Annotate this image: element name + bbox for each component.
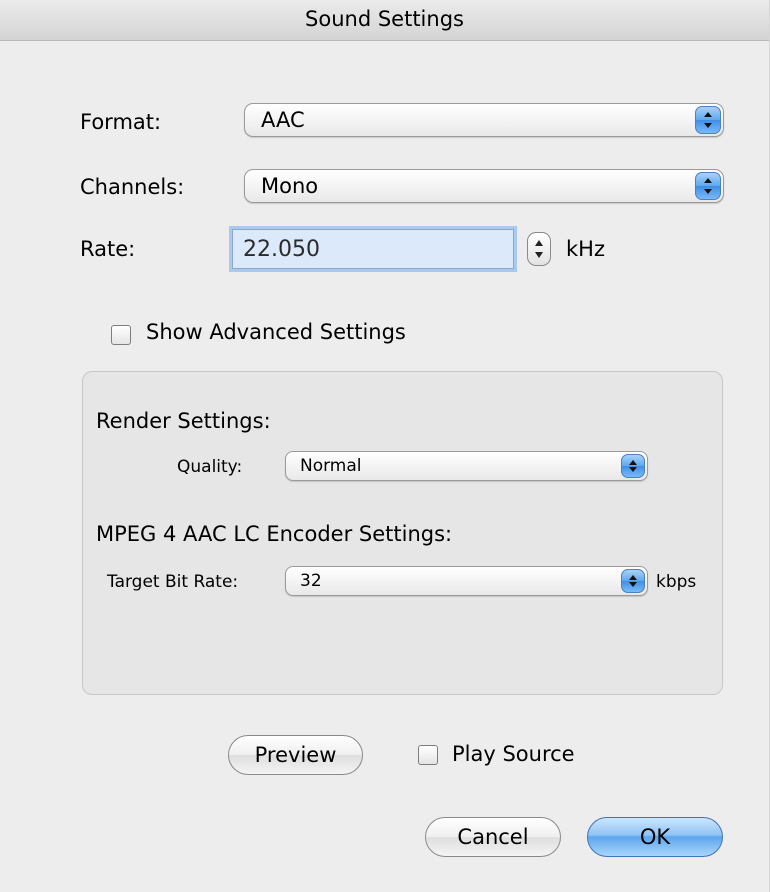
- sound-settings-window: Sound Settings Format: AAC Channels: Mon…: [0, 0, 770, 892]
- popup-arrows-icon: [695, 106, 721, 134]
- advanced-settings-group: Render Settings: Quality: Normal MPEG 4 …: [82, 371, 723, 695]
- bitrate-label: Target Bit Rate:: [107, 572, 239, 592]
- render-settings-heading: Render Settings:: [96, 409, 271, 433]
- popup-arrows-icon: [621, 454, 645, 478]
- rate-input[interactable]: [232, 229, 514, 269]
- quality-label: Quality:: [177, 457, 243, 477]
- ok-button[interactable]: OK: [587, 817, 723, 857]
- cancel-button[interactable]: Cancel: [425, 817, 561, 857]
- title-bar: Sound Settings: [0, 0, 769, 41]
- popup-arrows-icon: [621, 569, 645, 593]
- quality-value: Normal: [300, 456, 362, 476]
- encoder-settings-heading: MPEG 4 AAC LC Encoder Settings:: [96, 522, 453, 546]
- channels-value: Mono: [261, 174, 319, 198]
- preview-button[interactable]: Preview: [228, 735, 363, 775]
- rate-label: Rate:: [80, 237, 136, 261]
- format-popup[interactable]: AAC: [244, 103, 724, 137]
- bitrate-value: 32: [300, 571, 322, 591]
- format-label: Format:: [80, 110, 162, 134]
- show-advanced-label: Show Advanced Settings: [146, 320, 406, 344]
- bitrate-unit: kbps: [656, 572, 697, 592]
- play-source-label: Play Source: [452, 742, 575, 766]
- rate-unit: kHz: [566, 237, 605, 261]
- format-value: AAC: [261, 108, 305, 132]
- rate-stepper[interactable]: [527, 232, 551, 266]
- channels-label: Channels:: [80, 175, 185, 199]
- channels-popup[interactable]: Mono: [244, 169, 724, 203]
- bitrate-popup[interactable]: 32: [285, 566, 648, 596]
- show-advanced-checkbox[interactable]: [111, 325, 131, 345]
- quality-popup[interactable]: Normal: [285, 451, 648, 481]
- play-source-checkbox[interactable]: [418, 745, 438, 765]
- popup-arrows-icon: [695, 172, 721, 200]
- window-title: Sound Settings: [305, 7, 464, 31]
